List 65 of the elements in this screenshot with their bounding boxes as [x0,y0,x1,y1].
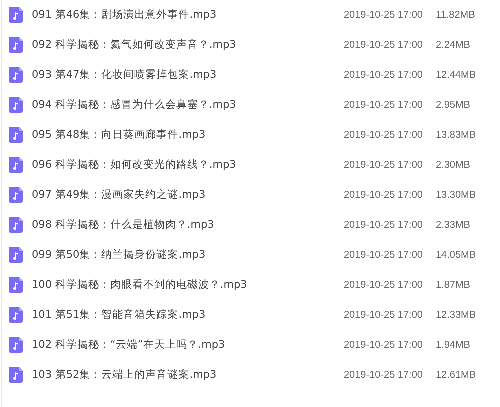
file-size: 2.24MB [436,40,472,50]
audio-file-icon [9,217,23,233]
file-name: 093 第47集：化妆间喷雾掉包案.mp3 [32,68,218,82]
file-row[interactable]: 095 第48集：向日葵画廊事件.mp3 2019-10-25 17:00 13.83MB [2,120,500,150]
file-size: 13.83MB [436,130,478,140]
file-size: 12.61MB [436,370,478,380]
file-row[interactable]: 092 科学揭秘：氦气如何改变声音？.mp3 2019-10-25 17:00 2.24MB [2,30,500,60]
file-row[interactable]: 096 科学揭秘：如何改变光的路线？.mp3 2019-10-25 17:00 2.30MB [2,150,500,180]
file-row[interactable]: 091 第46集：剧场演出意外事件.mp3 2019-10-25 17:00 11.82MB [2,0,500,30]
modified-date: 2019-10-25 17:00 [344,250,424,260]
file-name: 098 科学揭秘：什么是植物肉？.mp3 [32,218,216,232]
modified-date: 2019-10-25 17:00 [344,130,424,140]
file-row[interactable]: 099 第50集：纳兰揭身份谜案.mp3 2019-10-25 17:00 14.05MB [2,240,500,270]
modified-date: 2019-10-25 17:00 [344,370,424,380]
file-row[interactable]: 098 科学揭秘：什么是植物肉？.mp3 2019-10-25 17:00 2.33MB [2,210,500,240]
file-name: 102 科学揭秘：“云端”在天上吗？.mp3 [32,338,226,352]
file-size: 1.87MB [436,280,472,290]
audio-file-icon [9,157,23,173]
file-size: 13.30MB [436,190,478,200]
modified-date: 2019-10-25 17:00 [344,70,424,80]
audio-file-icon [9,67,23,83]
audio-file-icon [9,277,23,293]
file-size: 11.82MB [436,10,476,20]
file-row[interactable]: 100 科学揭秘：肉眼看不到的电磁波？.mp3 2019-10-25 17:00 1.87MB [2,270,500,300]
file-size: 2.30MB [436,160,472,170]
file-row[interactable]: 103 第52集：云端上的声音谜案.mp3 2019-10-25 17:00 12.61MB [2,360,500,390]
audio-file-icon [9,127,23,143]
audio-file-icon [9,7,23,23]
file-size: 1.94MB [436,340,472,350]
file-name: 096 科学揭秘：如何改变光的路线？.mp3 [32,158,238,172]
file-name: 095 第48集：向日葵画廊事件.mp3 [32,128,207,142]
file-size: 2.95MB [436,100,472,110]
file-row[interactable]: 093 第47集：化妆间喷雾掉包案.mp3 2019-10-25 17:00 12.44MB [2,60,500,90]
file-name: 103 第52集：云端上的声音谜案.mp3 [32,368,218,382]
file-name: 097 第49集：漫画家失约之谜.mp3 [32,188,207,202]
file-row[interactable]: 101 第51集：智能音箱失踪案.mp3 2019-10-25 17:00 12.33MB [2,300,500,330]
audio-file-icon [9,97,23,113]
modified-date: 2019-10-25 17:00 [344,220,424,230]
audio-file-icon [9,337,23,353]
modified-date: 2019-10-25 17:00 [344,100,424,110]
audio-file-icon [9,187,23,203]
modified-date: 2019-10-25 17:00 [344,10,424,20]
modified-date: 2019-10-25 17:00 [344,310,424,320]
file-name: 092 科学揭秘：氦气如何改变声音？.mp3 [32,38,238,52]
file-name: 100 科学揭秘：肉眼看不到的电磁波？.mp3 [32,278,248,292]
file-name: 094 科学揭秘：感冒为什么会鼻塞？.mp3 [32,98,238,112]
audio-file-icon [9,367,23,383]
file-size: 2.33MB [436,220,472,230]
file-name: 091 第46集：剧场演出意外事件.mp3 [32,8,218,22]
audio-file-icon [9,247,23,263]
modified-date: 2019-10-25 17:00 [344,160,424,170]
audio-file-icon [9,307,23,323]
file-name: 101 第51集：智能音箱失踪案.mp3 [32,308,207,322]
file-size: 12.44MB [436,70,478,80]
modified-date: 2019-10-25 17:00 [344,340,424,350]
audio-file-icon [9,37,23,53]
file-row[interactable]: 094 科学揭秘：感冒为什么会鼻塞？.mp3 2019-10-25 17:00 2.95MB [2,90,500,120]
modified-date: 2019-10-25 17:00 [344,190,424,200]
file-size: 14.05MB [436,250,478,260]
modified-date: 2019-10-25 17:00 [344,40,424,50]
modified-date: 2019-10-25 17:00 [344,280,424,290]
file-size: 12.33MB [436,310,478,320]
file-row[interactable]: 102 科学揭秘：“云端”在天上吗？.mp3 2019-10-25 17:00 1.94MB [2,330,500,360]
file-row[interactable]: 097 第49集：漫画家失约之谜.mp3 2019-10-25 17:00 13.30MB [2,180,500,210]
file-name: 099 第50集：纳兰揭身份谜案.mp3 [32,248,207,262]
